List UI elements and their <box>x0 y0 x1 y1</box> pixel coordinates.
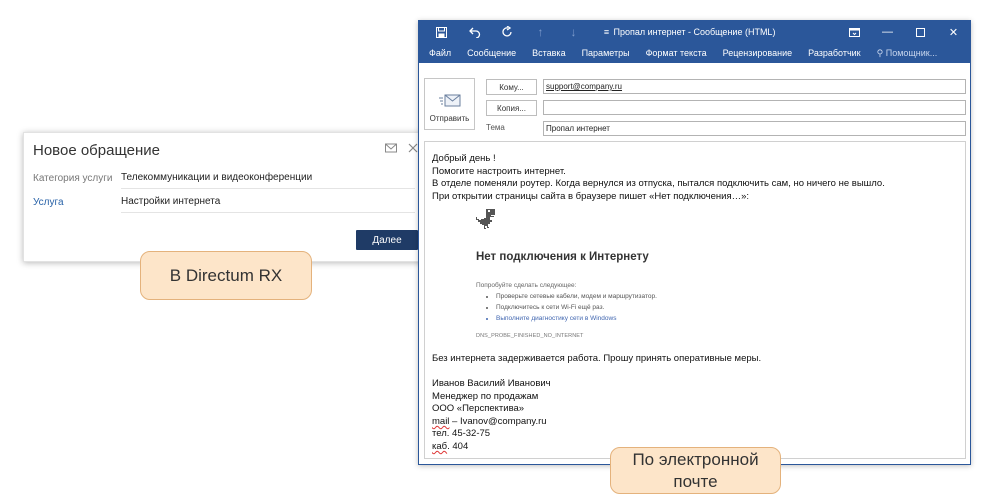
save-icon[interactable] <box>425 21 458 43</box>
error-title: Нет подключения к Интернету <box>476 251 649 264</box>
rx-field-label-link[interactable]: Услуга <box>33 197 121 208</box>
signature-name: Иванов Василий Иванович <box>432 377 551 389</box>
rx-dialog-actions <box>384 141 420 155</box>
down-arrow-icon: ↓ <box>570 25 577 39</box>
signature-role: Менеджер по продажам <box>432 390 539 402</box>
close-icon[interactable]: ✕ <box>937 21 970 43</box>
tab-message[interactable]: Сообщение <box>461 48 526 58</box>
outlook-message-window: ↑ ↓ ≡ Пропал интернет - Сообщение (HTML)… <box>418 20 971 465</box>
tab-format-text[interactable]: Формат текста <box>640 48 717 58</box>
send-icon <box>438 94 460 107</box>
ribbon-display-icon[interactable] <box>838 21 871 43</box>
error-suggestions: Проверьте сетевые кабели, модем и маршру… <box>488 291 657 324</box>
quick-access-toolbar: ↑ ↓ ≡ <box>425 21 623 43</box>
callout-email: По электронной почте <box>610 447 781 494</box>
subject-label: Тема <box>486 123 505 132</box>
diagnostics-link[interactable]: Выполните диагностику сети в Windows <box>496 313 657 324</box>
rx-service-category-value[interactable]: Телекоммуникации и видеоконференции <box>121 167 415 189</box>
tab-insert[interactable]: Вставка <box>526 48 575 58</box>
send-button[interactable]: Отправить <box>424 78 475 130</box>
list-item: Подключитесь к сети Wi-Fi ещё раз. <box>496 302 657 313</box>
tab-review[interactable]: Рецензирование <box>717 48 803 58</box>
body-line: Помогите настроить интернет. <box>432 165 566 177</box>
minimize-icon[interactable]: — <box>871 21 904 43</box>
title-bar: ↑ ↓ ≡ Пропал интернет - Сообщение (HTML)… <box>419 21 970 43</box>
callout-email-line: По электронной <box>632 450 759 470</box>
callout-directum: В Directum RX <box>140 251 312 300</box>
body-line: Без интернета задерживается работа. Прош… <box>432 353 762 365</box>
misspelled-word: mail <box>432 415 450 427</box>
error-code: DNS_PROBE_FINISHED_NO_INTERNET <box>476 333 584 340</box>
callout-email-line: почте <box>673 471 718 491</box>
maximize-icon[interactable] <box>904 21 937 43</box>
cc-field[interactable] <box>543 100 966 115</box>
rx-dialog-title: Новое обращение <box>33 142 160 159</box>
undo-icon[interactable] <box>458 21 491 43</box>
message-body[interactable]: Добрый день ! Помогите настроить интерне… <box>424 141 966 459</box>
rx-field-service-category[interactable]: Категория услуги Телекоммуникации и виде… <box>33 167 415 189</box>
customize-icon[interactable]: ≡ <box>590 21 623 43</box>
mail-icon[interactable] <box>384 141 398 155</box>
subject-field[interactable]: Пропал интернет <box>543 121 966 136</box>
misspelled-word: каб <box>432 440 448 452</box>
tab-developer[interactable]: Разработчик <box>802 48 870 58</box>
browser-error-screenshot: Нет подключения к Интернету Попробуйте с… <box>476 209 958 339</box>
ribbon-tabs: Файл Сообщение Вставка Параметры Формат … <box>419 43 970 63</box>
signature-email: mail – Ivanov@company.ru <box>432 416 958 429</box>
signature-office-value: . 404 <box>447 440 469 452</box>
rx-field-label: Категория услуги <box>33 172 113 184</box>
rx-service-value[interactable]: Настройки интернета <box>121 191 415 213</box>
body-greeting: Добрый день ! <box>432 153 496 164</box>
lightbulb-icon: ⚲ <box>876 47 884 58</box>
body-line: При открытии страницы сайта в браузере п… <box>432 190 750 202</box>
window-controls: — ✕ <box>838 21 970 43</box>
up-arrow-icon: ↑ <box>537 25 544 39</box>
to-button[interactable]: Кому... <box>486 79 537 95</box>
list-item: Проверьте сетевые кабели, модем и маршру… <box>496 291 657 302</box>
rx-field-service[interactable]: Услуга Настройки интернета <box>33 191 415 213</box>
to-field[interactable]: support@company.ru <box>543 79 966 94</box>
rx-new-request-dialog: Новое обращение Категория услуги Телеком… <box>23 132 429 262</box>
signature-company: ООО «Перспектива» <box>432 403 525 415</box>
tab-tell-me[interactable]: ⚲ Помощник... <box>871 48 948 59</box>
tab-file[interactable]: Файл <box>423 48 461 58</box>
dinosaur-icon <box>476 209 495 230</box>
to-recipient[interactable]: support@company.ru <box>546 82 622 91</box>
signature-email-value: – Ivanov@company.ru <box>449 415 547 427</box>
tab-options[interactable]: Параметры <box>576 48 640 58</box>
cc-button[interactable]: Копия... <box>486 100 537 116</box>
redo-icon[interactable] <box>491 21 524 43</box>
body-line: В отделе поменяли роутер. Когда вернулся… <box>432 178 885 190</box>
next-button[interactable]: Далее <box>356 230 418 250</box>
signature-phone: тел. 45-32-75 <box>432 428 491 440</box>
send-label: Отправить <box>429 114 470 123</box>
tell-me-label: Помощник... <box>885 47 938 58</box>
